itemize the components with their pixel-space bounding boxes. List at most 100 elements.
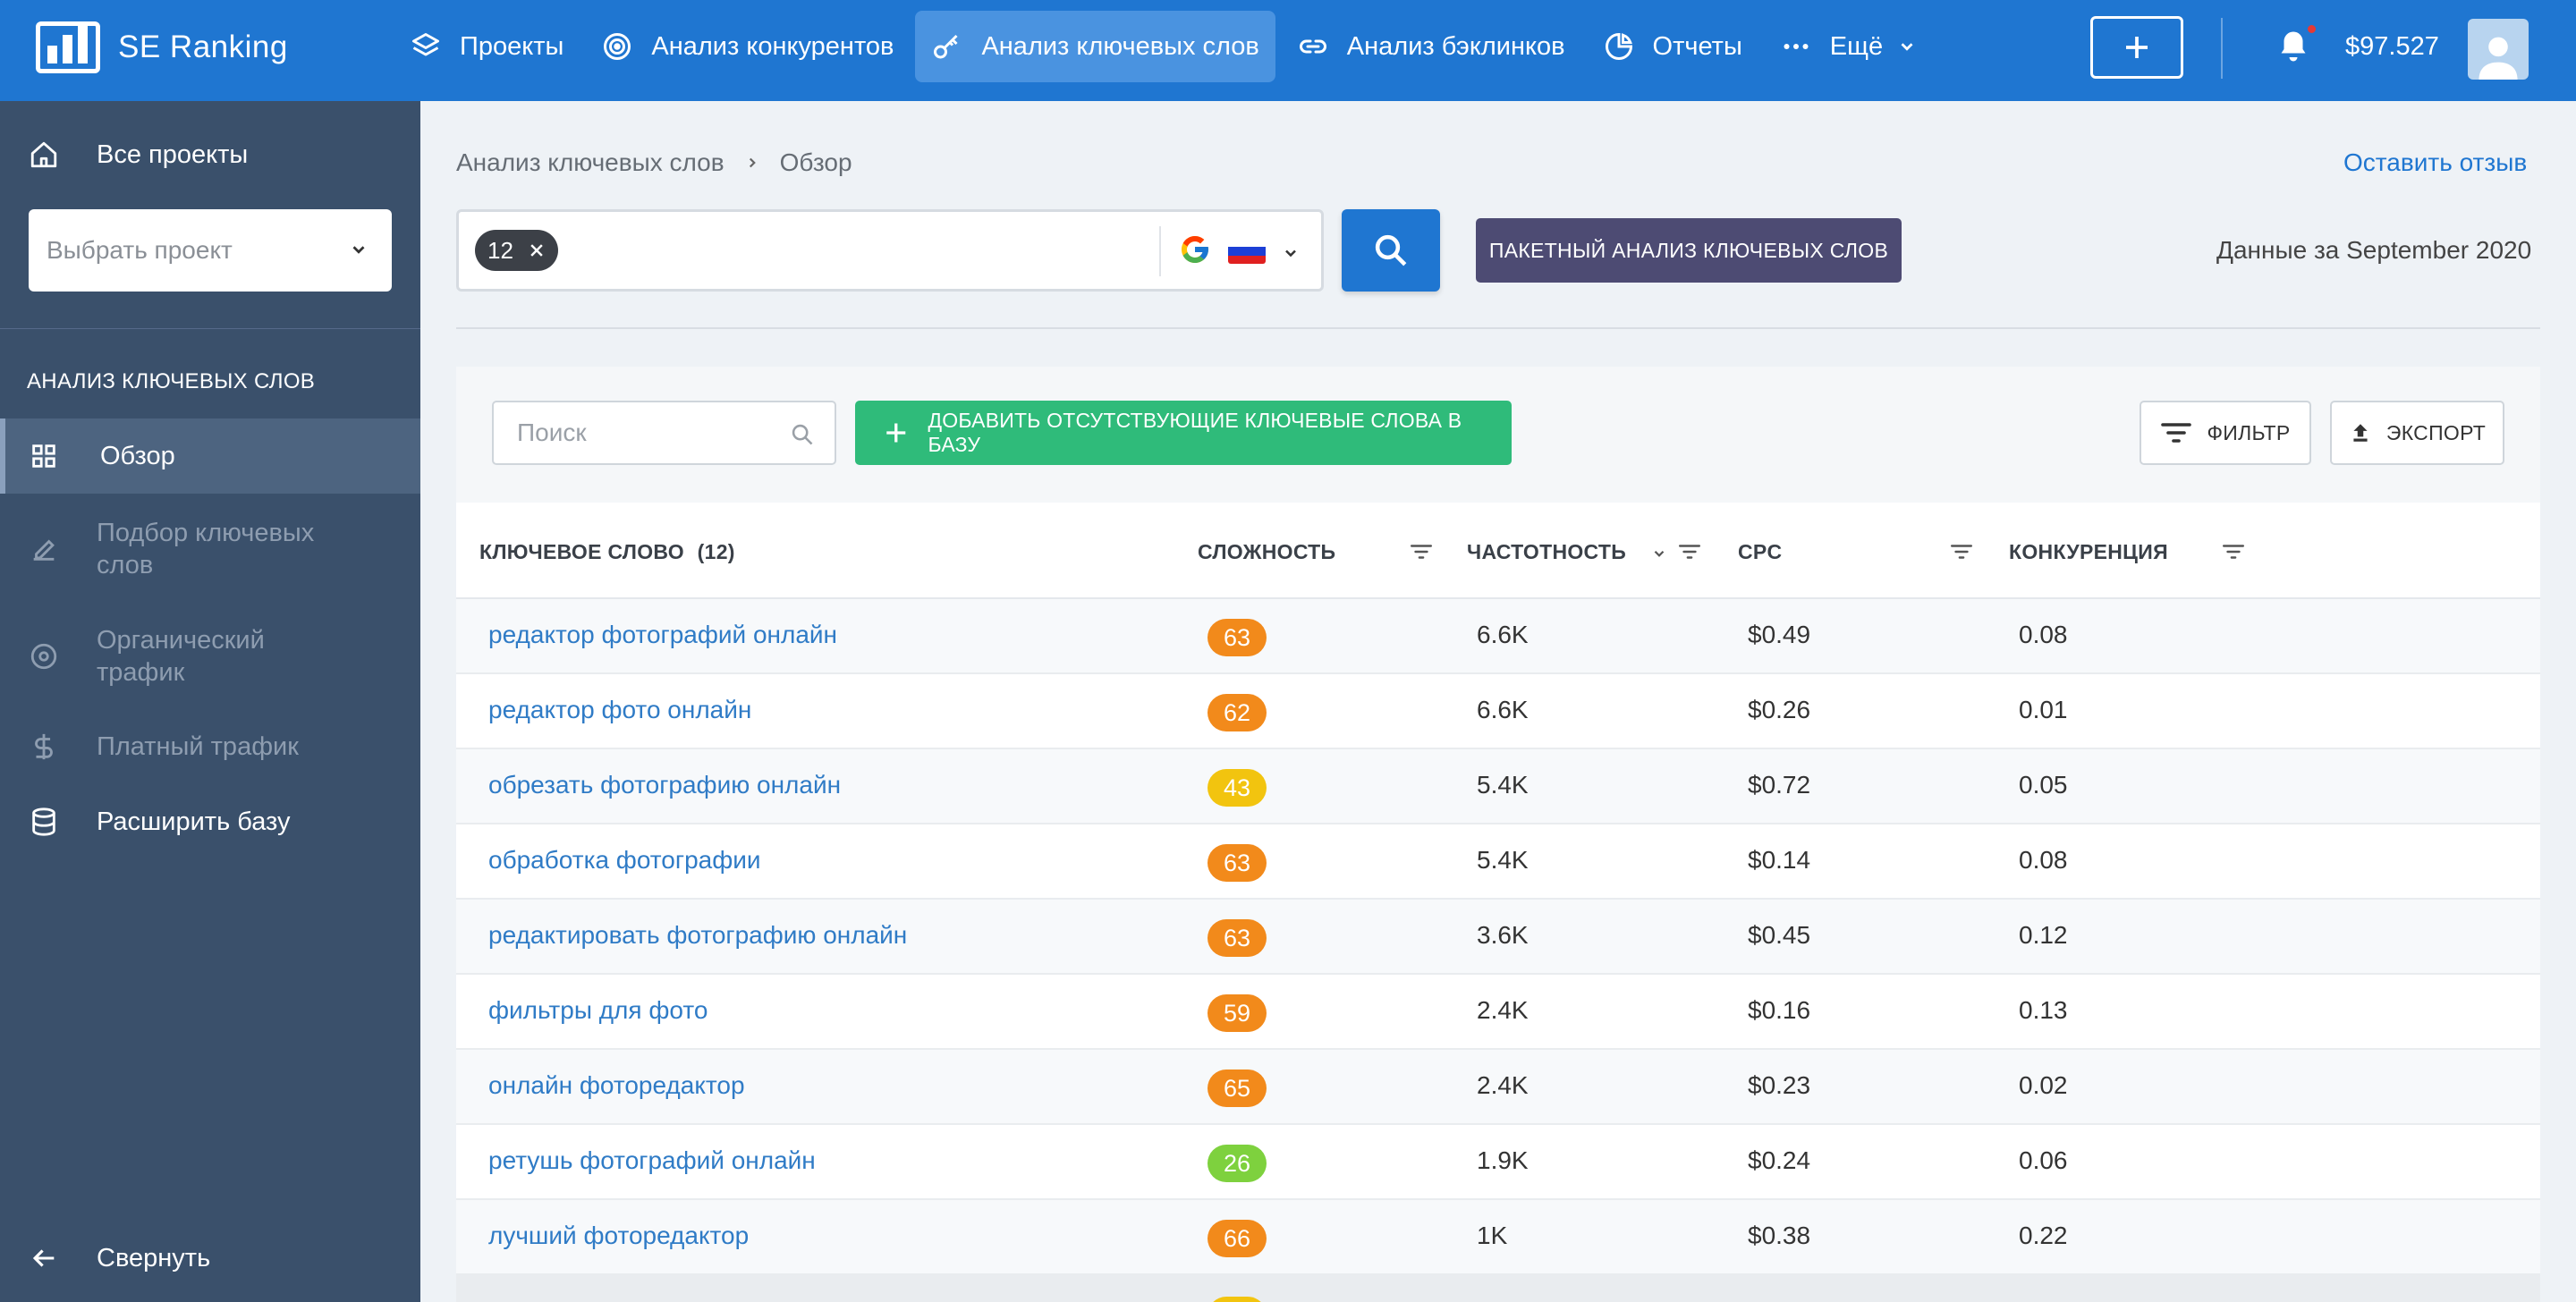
cpc-cell: $0.14	[1748, 846, 1811, 874]
table-row: обрезать фотографию онлайн 43 5.4K $0.72…	[456, 749, 2540, 824]
column-filter-icon[interactable]	[2222, 542, 2245, 562]
sidebar-item-overview[interactable]: Обзор	[0, 438, 420, 474]
keyword-link[interactable]: редактор фотографий онлайн	[488, 621, 837, 649]
more-dots-icon	[1784, 44, 1809, 49]
column-header-volume[interactable]: ЧАСТОТНОСТЬ	[1467, 540, 1626, 564]
competition-cell: 0.22	[2019, 1222, 2068, 1249]
filter-button-label: ФИЛЬТР	[2207, 420, 2291, 444]
table-search-input[interactable]: Поиск	[492, 401, 836, 465]
main-nav: Проекты Анализ конкурентов Анализ ключев…	[394, 11, 1938, 82]
cpc-cell: $0.49	[1748, 621, 1811, 648]
grid-icon	[32, 444, 55, 468]
difficulty-badge: 63	[1208, 619, 1267, 656]
sidebar: Все проекты Выбрать проект АНАЛИЗ КЛЮЧЕВ…	[0, 101, 420, 1302]
logo[interactable]: SE Ranking	[36, 21, 288, 73]
nav-item-projects[interactable]: Проекты	[394, 11, 580, 82]
table-row: редактировать фотографию онлайн 63 3.6K …	[456, 900, 2540, 975]
top-navigation-bar: SE Ranking Проекты Анализ конкурентов Ан…	[0, 0, 2576, 101]
table-body: редактор фотографий онлайн 63 6.6K $0.49…	[456, 599, 2540, 1302]
batch-analysis-button[interactable]: ПАКЕТНЫЙ АНАЛИЗ КЛЮЧЕВЫХ СЛОВ	[1476, 218, 1902, 283]
sidebar-item-label-line1: Органический	[97, 626, 265, 655]
column-filter-icon[interactable]	[1950, 542, 1973, 562]
google-icon[interactable]	[1179, 233, 1211, 266]
keyword-link[interactable]: обрезать фотографию онлайн	[488, 771, 841, 799]
cpc-cell: $0.72	[1748, 771, 1811, 799]
export-button[interactable]: ЭКСПОРТ	[2330, 401, 2504, 465]
search-button[interactable]	[1342, 209, 1440, 292]
plus-icon	[886, 423, 906, 443]
sidebar-item-label-line1: Подбор ключевых	[97, 519, 315, 547]
sidebar-item-paid-traffic[interactable]: Платный трафик	[0, 729, 420, 765]
table-row: редактор фотографий онлайн 63 6.6K $0.49…	[456, 599, 2540, 674]
chevron-down-icon	[352, 246, 365, 254]
keyword-chip[interactable]: 12	[475, 230, 558, 271]
keyword-link[interactable]: обработка фотографии	[488, 846, 761, 875]
column-filter-icon[interactable]	[1410, 542, 1433, 562]
keyword-link[interactable]: ретушь фотографий онлайн	[488, 1146, 816, 1175]
breadcrumb-parent[interactable]: Анализ ключевых слов	[456, 148, 724, 177]
sort-down-icon[interactable]	[1651, 545, 1667, 562]
sidebar-item-keyword-research[interactable]: Подбор ключевых слов	[0, 517, 420, 581]
content-divider	[456, 327, 2540, 329]
keyword-search-input[interactable]: 12	[456, 209, 1324, 292]
search-divider	[1159, 226, 1161, 276]
sidebar-item-label: Свернуть	[97, 1244, 211, 1272]
close-icon[interactable]	[528, 241, 546, 259]
feedback-link[interactable]: Оставить отзыв	[2343, 148, 2527, 177]
column-header-difficulty[interactable]: СЛОЖНОСТЬ	[1198, 540, 1335, 564]
target-icon	[604, 33, 631, 60]
sidebar-item-expand-database[interactable]: Расширить базу	[0, 804, 420, 840]
notification-dot	[2306, 23, 2318, 35]
chevron-down-icon[interactable]	[1282, 244, 1300, 262]
export-button-label: ЭКСПОРТ	[2385, 420, 2487, 444]
volume-cell: 5.4K	[1477, 771, 1529, 799]
table-row: редактор фото онлайн 62 6.6K $0.26 0.01	[456, 674, 2540, 749]
nav-item-competitors[interactable]: Анализ конкурентов	[585, 11, 910, 82]
data-date: Данные за September 2020	[2216, 236, 2532, 264]
keyword-link[interactable]: фильтры для фото	[488, 996, 708, 1025]
keyword-link[interactable]: онлайн фоторедактор	[488, 1071, 745, 1100]
cpc-cell: $0.38	[1748, 1222, 1811, 1249]
add-missing-keywords-button[interactable]: ДОБАВИТЬ ОТСУТСТВУЮЩИЕ КЛЮЧЕВЫЕ СЛОВА В …	[855, 401, 1512, 465]
volume-cell: 5.4K	[1477, 846, 1529, 874]
account-balance[interactable]: $97.527	[2345, 32, 2439, 62]
notifications-bell-icon[interactable]	[2277, 29, 2309, 69]
keyword-link[interactable]: редактировать фотографию онлайн	[488, 921, 907, 950]
nav-item-more[interactable]: Ещё	[1764, 11, 1933, 82]
column-filter-icon[interactable]	[1678, 542, 1701, 562]
table-row: обработка фотографии 63 5.4K $0.14 0.08	[456, 824, 2540, 900]
nav-item-keywords[interactable]: Анализ ключевых слов	[915, 11, 1275, 82]
keywords-table: КЛЮЧЕВОЕ СЛОВО (12) СЛОЖНОСТЬ ЧАСТОТНОСТ…	[456, 503, 2540, 1302]
add-new-button[interactable]	[2090, 16, 2183, 79]
nav-item-reports[interactable]: Отчеты	[1587, 11, 1758, 82]
difficulty-badge: 65	[1208, 1070, 1267, 1107]
keyword-link[interactable]: редактор фото онлайн	[488, 696, 751, 724]
cpc-cell: $0.24	[1748, 1146, 1811, 1174]
project-select[interactable]: Выбрать проект	[29, 209, 392, 292]
sidebar-item-label: Платный трафик	[97, 732, 299, 761]
avatar[interactable]	[2468, 19, 2529, 80]
nav-item-backlinks[interactable]: Анализ бэклинков	[1281, 11, 1581, 82]
chevron-right-icon	[749, 157, 756, 168]
column-header-cpc[interactable]: CPC	[1738, 540, 1782, 564]
sidebar-item-label: Органический трафик	[97, 624, 265, 689]
competition-cell: 0.01	[2019, 696, 2068, 723]
column-header-keyword[interactable]: КЛЮЧЕВОЕ СЛОВО (12)	[479, 540, 735, 564]
russia-flag-icon[interactable]	[1228, 239, 1266, 264]
target-icon	[30, 643, 57, 670]
key-icon	[934, 34, 959, 59]
arrow-left-icon	[32, 1249, 55, 1267]
sidebar-item-all-projects[interactable]: Все проекты	[0, 137, 420, 173]
nav-item-label: Анализ конкурентов	[651, 31, 894, 61]
competition-cell: 0.08	[2019, 846, 2068, 874]
sidebar-item-organic-traffic[interactable]: Органический трафик	[0, 624, 420, 689]
column-header-competition[interactable]: КОНКУРЕНЦИЯ	[2009, 540, 2168, 564]
sidebar-collapse-button[interactable]: Свернуть	[0, 1240, 420, 1276]
nav-item-label: Проекты	[460, 31, 564, 61]
volume-cell: 2.4K	[1477, 996, 1529, 1024]
sidebar-item-label-line2: слов	[97, 551, 154, 579]
keyword-link[interactable]: лучший фоторедактор	[488, 1222, 749, 1250]
nav-item-label: Анализ бэклинков	[1346, 31, 1565, 61]
filter-button[interactable]: ФИЛЬТР	[2140, 401, 2311, 465]
volume-cell: 2.4K	[1477, 1071, 1529, 1099]
